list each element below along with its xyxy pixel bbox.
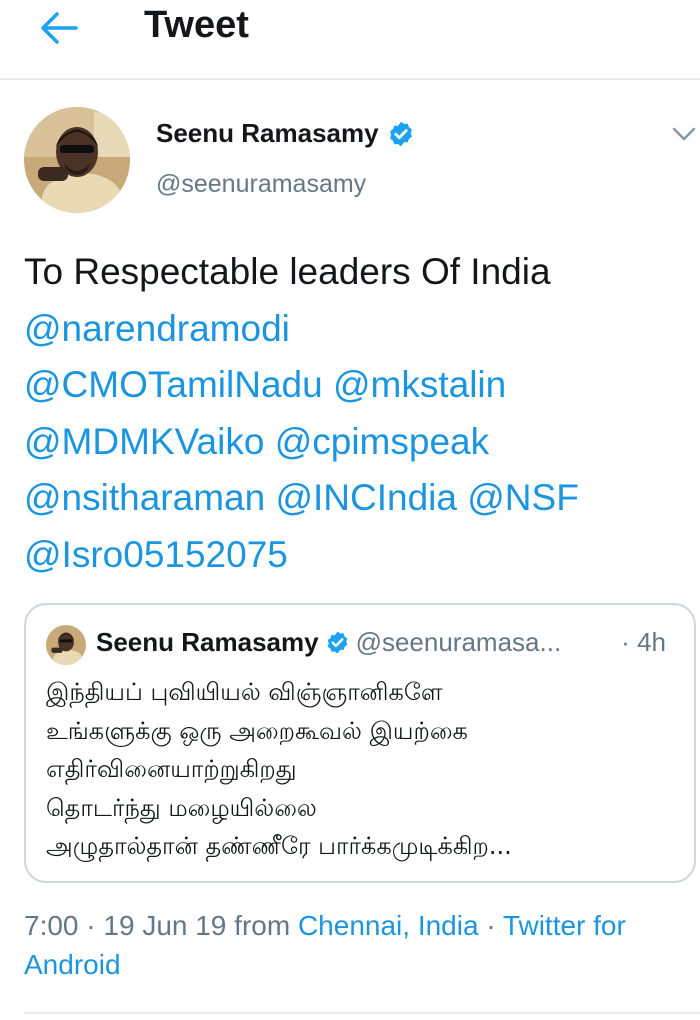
author-handle[interactable]: @seenuramasamy <box>156 170 366 199</box>
author-name[interactable]: Seenu Ramasamy <box>156 118 415 149</box>
mention-link[interactable]: @MDMKVaiko <box>24 421 264 462</box>
verified-badge-icon <box>389 121 412 146</box>
location-link[interactable]: Chennai, India <box>298 910 479 941</box>
mention-line-5: @Isro05152075 <box>24 527 684 584</box>
tweet-text: To Respectable leaders Of India @narendr… <box>24 244 684 583</box>
back-button[interactable] <box>34 8 84 48</box>
divider <box>24 1012 700 1014</box>
quoted-author-handle: @seenuramasa... <box>355 627 562 657</box>
mention-link[interactable]: @nsitharaman <box>24 477 265 518</box>
mention-link[interactable]: @CMOTamilNadu <box>24 364 323 405</box>
mention-line-1: @narendramodi <box>24 301 684 358</box>
meta-separator: · <box>86 910 96 941</box>
tweet-text-intro: To Respectable leaders Of India <box>24 251 551 292</box>
mention-link[interactable]: @mkstalin <box>333 364 506 405</box>
quoted-avatar <box>46 625 86 665</box>
tweet-date: 19 Jun 19 <box>103 910 227 941</box>
arrow-left-icon <box>41 12 78 44</box>
mention-link[interactable]: @cpimspeak <box>275 421 489 462</box>
tweet-options-button[interactable] <box>670 122 698 146</box>
mention-line-2: @CMOTamilNadu @mkstalin <box>24 357 684 414</box>
mention-link[interactable]: @Isro05152075 <box>24 534 288 575</box>
mention-line-3: @MDMKVaiko @cpimspeak <box>24 414 684 471</box>
quoted-author-name: Seenu Ramasamy <box>96 627 319 657</box>
quoted-time-separator: · <box>621 627 630 657</box>
tweet-meta: 7:00 · 19 Jun 19 from Chennai, India · T… <box>24 906 684 984</box>
quoted-time-value: 4h <box>637 627 666 657</box>
verified-badge-icon <box>327 631 347 654</box>
mention-line-4: @nsitharaman @INCIndia @NSF <box>24 470 684 527</box>
quoted-tweet-card[interactable]: Seenu Ramasamy @seenuramasa... · 4h இந்த… <box>24 603 696 883</box>
chevron-down-icon <box>672 127 696 141</box>
mention-link[interactable]: @narendramodi <box>24 308 290 349</box>
top-app-bar: Tweet <box>0 0 700 80</box>
quoted-tweet-text: இந்தியப் புவியியல் விஞ்ஞானிகளே உங்களுக்க… <box>46 678 512 860</box>
author-avatar[interactable] <box>24 107 130 213</box>
from-label: from <box>234 910 291 941</box>
tweet-time: 7:00 <box>24 910 79 941</box>
author-name-text: Seenu Ramasamy <box>156 118 379 148</box>
quoted-timestamp: · 4h <box>621 627 666 658</box>
mention-link[interactable]: @INCIndia <box>275 477 457 518</box>
meta-separator: · <box>486 910 496 941</box>
page-title: Tweet <box>144 4 249 46</box>
quoted-header: Seenu Ramasamy @seenuramasa... · 4h <box>96 627 686 658</box>
mention-link[interactable]: @NSF <box>467 477 579 518</box>
